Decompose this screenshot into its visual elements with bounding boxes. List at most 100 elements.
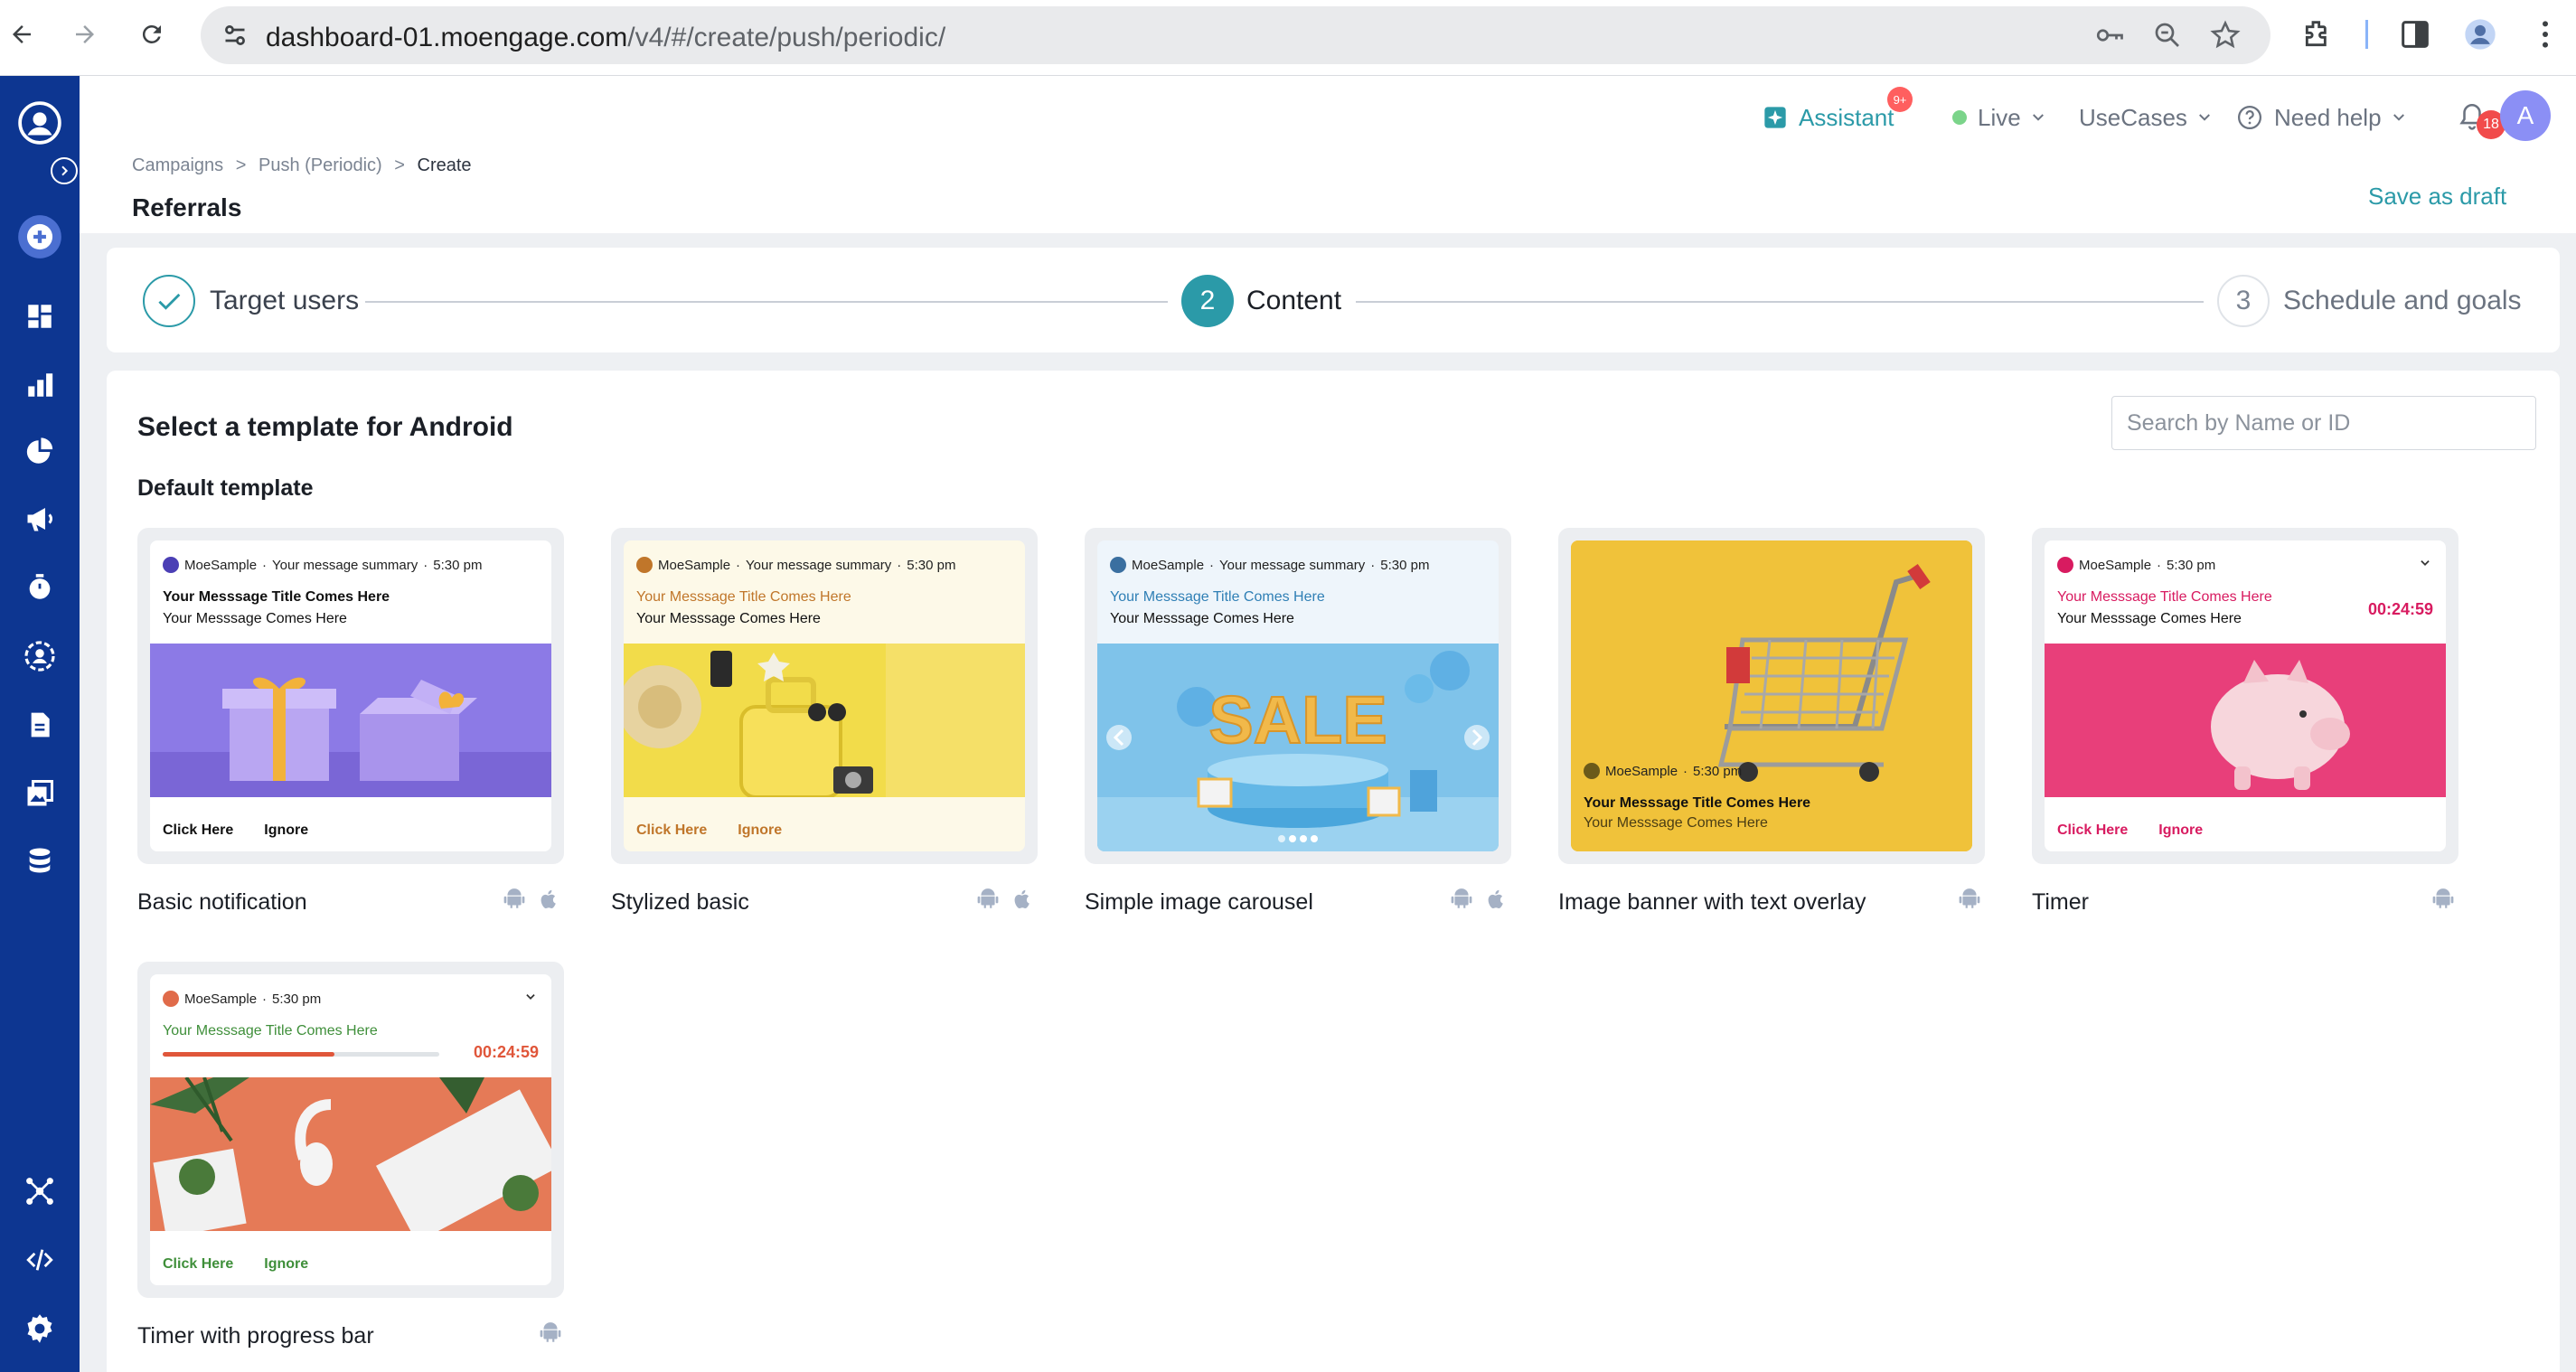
template-card-basic-notification[interactable]: MoeSample · Your message summary · 5:30 … — [137, 528, 564, 864]
template-name[interactable]: Stylized basic — [611, 889, 749, 916]
zoom-icon[interactable] — [2151, 19, 2184, 52]
template-card-image-banner-text-overlay[interactable]: MoeSample · 5:30 pm Your Messsage Title … — [1558, 528, 1985, 864]
assistant-icon — [1763, 105, 1788, 130]
notification-header: MoeSample · 5:30 pm — [163, 991, 321, 1007]
notifications-button[interactable]: 18 — [2457, 94, 2505, 139]
notification-preview: MoeSample · Your message summary · 5:30 … — [1097, 540, 1499, 851]
segments-icon[interactable] — [13, 425, 67, 479]
step-connector — [365, 301, 1168, 303]
environment-dropdown[interactable]: Live — [1952, 99, 2046, 136]
app-icon — [163, 991, 179, 1007]
template-name[interactable]: Timer with progress bar — [137, 1323, 374, 1349]
url-text[interactable]: dashboard-01.moengage.com/v4/#/create/pu… — [266, 23, 945, 53]
step-content[interactable]: Content — [1246, 286, 1341, 316]
click-here-action: Click Here — [2057, 822, 2129, 838]
chevron-down-icon — [2391, 109, 2407, 126]
step-2-number[interactable]: 2 — [1181, 275, 1234, 327]
flows-timer-icon[interactable] — [13, 560, 67, 615]
android-icon — [2431, 888, 2455, 911]
avatar[interactable]: A — [2500, 90, 2551, 141]
step-target-users[interactable]: Target users — [210, 286, 359, 316]
user-profile-icon[interactable] — [13, 96, 67, 150]
separator: · — [423, 557, 428, 573]
template-card-stylized-basic[interactable]: MoeSample · Your message summary · 5:30 … — [611, 528, 1038, 864]
settings-gear-icon[interactable] — [13, 1302, 67, 1356]
need-help-dropdown[interactable]: Need help — [2236, 99, 2407, 136]
campaign-stepper: Target users 2 Content 3 Schedule and go… — [107, 248, 2560, 352]
browser-menu-icon[interactable] — [2527, 16, 2563, 52]
personalize-icon[interactable] — [13, 629, 67, 683]
need-help-label: Need help — [2274, 103, 2382, 131]
separator: · — [897, 557, 902, 573]
forward-icon[interactable] — [65, 14, 105, 54]
step-1-check-icon[interactable] — [143, 275, 195, 327]
templates-icon[interactable] — [13, 766, 67, 821]
back-icon[interactable] — [2, 14, 42, 54]
bookmark-star-icon[interactable] — [2209, 19, 2242, 52]
breadcrumb-campaigns[interactable]: Campaigns — [132, 155, 223, 175]
notification-preview: MoeSample · 5:30 pm Your Messsage Title … — [2045, 540, 2446, 851]
template-card-timer[interactable]: MoeSample · 5:30 pm Your Messsage Title … — [2032, 528, 2458, 864]
live-status-dot-icon — [1952, 110, 1967, 125]
side-panel-icon[interactable] — [2397, 16, 2433, 52]
help-circle-icon — [2236, 104, 2263, 131]
chevron-down-icon — [2196, 109, 2213, 126]
breadcrumb-push-periodic[interactable]: Push (Periodic) — [259, 155, 382, 175]
expand-nav-icon[interactable] — [51, 157, 78, 184]
breadcrumb-separator: > — [235, 155, 247, 175]
message-summary: Your message summary — [272, 557, 418, 573]
template-name[interactable]: Timer — [2032, 889, 2089, 916]
create-icon[interactable] — [13, 210, 67, 264]
notification-header: MoeSample · 5:30 pm — [1584, 763, 1742, 779]
chevron-down-icon — [2030, 109, 2046, 126]
url-path: /v4/#/create/push/periodic/ — [627, 23, 946, 52]
template-name[interactable]: Simple image carousel — [1085, 889, 1313, 916]
apple-icon — [1011, 888, 1034, 911]
data-database-icon[interactable] — [13, 833, 67, 888]
developer-code-icon[interactable] — [13, 1233, 67, 1287]
apple-icon — [1484, 888, 1508, 911]
step-schedule-goals[interactable]: Schedule and goals — [2283, 286, 2522, 316]
reload-icon[interactable] — [132, 14, 172, 54]
environment-label: Live — [1978, 103, 2021, 131]
message-title: Your Messsage Title Comes Here — [163, 1023, 378, 1038]
notification-time: 5:30 pm — [272, 991, 322, 1007]
content-document-icon[interactable] — [13, 698, 67, 752]
template-name[interactable]: Image banner with text overlay — [1558, 889, 1866, 916]
separator: · — [262, 557, 268, 573]
assistant-button[interactable]: Assistant 9+ — [1763, 87, 1913, 136]
usecases-dropdown[interactable]: UseCases — [2079, 99, 2213, 136]
subsection-title: Default template — [137, 475, 314, 501]
template-name[interactable]: Basic notification — [137, 889, 307, 916]
template-card-timer-progress-bar[interactable]: MoeSample · 5:30 pm Your Messsage Title … — [137, 962, 564, 1298]
template-panel: Select a template for Android Default te… — [107, 371, 2560, 1372]
notification-header: MoeSample · Your message summary · 5:30 … — [636, 557, 955, 573]
desk-workspace-image — [150, 1076, 551, 1243]
message-body: Your Messsage Comes Here — [163, 611, 347, 626]
left-nav — [0, 76, 80, 1372]
address-bar[interactable]: dashboard-01.moengage.com/v4/#/create/pu… — [201, 6, 2270, 64]
integrations-icon[interactable] — [13, 1164, 67, 1218]
save-as-draft-button[interactable]: Save as draft — [2368, 183, 2506, 211]
app-name: MoeSample — [658, 557, 731, 573]
app-name: MoeSample — [184, 557, 258, 573]
browser-toolbar: dashboard-01.moengage.com/v4/#/create/pu… — [0, 0, 2576, 76]
template-card-simple-image-carousel[interactable]: MoeSample · Your message summary · 5:30 … — [1085, 528, 1511, 864]
section-title: Select a template for Android — [137, 412, 513, 442]
campaigns-megaphone-icon[interactable] — [13, 492, 67, 546]
expand-chevron-icon — [2419, 557, 2431, 572]
app-name: MoeSample — [184, 991, 258, 1007]
message-body: Your Messsage Comes Here — [636, 611, 821, 626]
dashboard-icon[interactable] — [13, 289, 67, 343]
site-settings-icon[interactable] — [219, 19, 251, 52]
step-3-number[interactable]: 3 — [2217, 275, 2270, 327]
template-search-input[interactable] — [2111, 396, 2536, 450]
extensions-icon[interactable] — [2299, 16, 2336, 52]
password-key-icon[interactable] — [2093, 19, 2126, 52]
notification-time: 5:30 pm — [1380, 557, 1430, 573]
analytics-icon[interactable] — [13, 358, 67, 412]
gift-box-image — [150, 644, 551, 797]
apple-icon — [537, 888, 560, 911]
profile-icon[interactable] — [2462, 16, 2498, 52]
breadcrumb-separator: > — [394, 155, 405, 175]
